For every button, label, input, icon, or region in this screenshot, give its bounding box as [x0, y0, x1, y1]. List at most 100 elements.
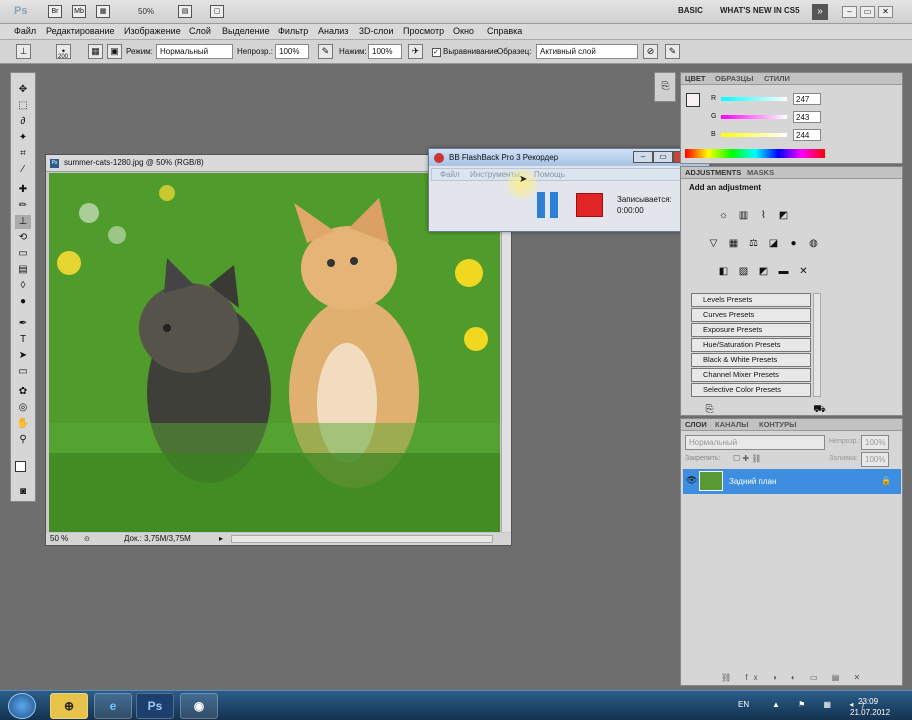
move-tool-icon[interactable]: ✥	[15, 83, 31, 97]
menu-window[interactable]: Окно	[453, 26, 474, 36]
blur-tool-icon[interactable]: ◊	[15, 279, 31, 293]
tab-masks[interactable]: MASKS	[747, 168, 774, 177]
recorder-menu-file[interactable]: Файл	[440, 169, 460, 180]
fill-input[interactable]: 100%	[861, 452, 889, 467]
menu-file[interactable]: Файл	[14, 26, 36, 36]
preset-levels[interactable]: Levels Presets	[691, 293, 811, 307]
opacity-input[interactable]: 100%	[275, 44, 309, 59]
zoom-tool-icon[interactable]: ⚲	[15, 433, 31, 447]
path-select-tool-icon[interactable]: ➤	[15, 349, 31, 363]
doc-zoom-field[interactable]: 50 %	[50, 533, 68, 545]
preset-exposure[interactable]: Exposure Presets	[691, 323, 811, 337]
doc-info-menu-arrow[interactable]: ▸	[219, 533, 223, 545]
taskbar-flashback-icon[interactable]: ◉	[180, 693, 218, 719]
vibrance-icon[interactable]: ▽	[707, 237, 720, 250]
menu-analysis[interactable]: Анализ	[318, 26, 348, 36]
brush-tool-icon[interactable]: ✏	[15, 199, 31, 213]
levels-icon[interactable]: ▥	[737, 209, 750, 222]
menu-3d[interactable]: 3D-слои	[359, 26, 393, 36]
preset-hue-saturation[interactable]: Hue/Saturation Presets	[691, 338, 811, 352]
tab-paths[interactable]: КОНТУРЫ	[759, 420, 796, 429]
b-value[interactable]: 244	[793, 129, 821, 141]
menu-filter[interactable]: Фильтр	[278, 26, 308, 36]
brightness-icon[interactable]: ☼	[717, 209, 730, 222]
pressure-size-icon[interactable]: ✎	[665, 44, 680, 59]
close-button[interactable]: ✕	[878, 6, 893, 18]
clock-time[interactable]: 23:09	[858, 697, 878, 706]
history-panel-icon[interactable]: ⎘	[658, 81, 673, 96]
workspace-basic[interactable]: BASIC	[678, 6, 703, 15]
color-spectrum-ramp[interactable]	[685, 149, 825, 158]
recorder-minimize-button[interactable]: –	[633, 151, 653, 163]
view-extras-button[interactable]: ▦	[96, 5, 110, 18]
selective-color-icon[interactable]: ✕	[797, 265, 810, 278]
g-value[interactable]: 243	[793, 111, 821, 123]
invert-icon[interactable]: ◧	[717, 265, 730, 278]
gradient-map-icon[interactable]: ▬	[777, 265, 790, 278]
tab-layers[interactable]: СЛОИ	[685, 420, 707, 429]
healing-brush-tool-icon[interactable]: ✚	[15, 183, 31, 197]
r-slider[interactable]	[721, 97, 787, 101]
recorder-maximize-button[interactable]: ▭	[653, 151, 673, 163]
ignore-adjustment-icon[interactable]: ⊘	[643, 44, 658, 59]
menu-image[interactable]: Изображение	[124, 26, 181, 36]
crop-tool-icon[interactable]: ⌗	[15, 147, 31, 161]
preset-black-white[interactable]: Black & White Presets	[691, 353, 811, 367]
tab-color[interactable]: ЦВЕТ	[685, 74, 705, 83]
preset-selective-color[interactable]: Selective Color Presets	[691, 383, 811, 397]
r-value[interactable]: 247	[793, 93, 821, 105]
pen-tool-icon[interactable]: ✒	[15, 317, 31, 331]
minibridge-button[interactable]: Mb	[72, 5, 86, 18]
airbrush-icon[interactable]: ✈	[408, 44, 423, 59]
pressure-input[interactable]: 100%	[368, 44, 402, 59]
layer-name[interactable]: Задний план	[729, 477, 776, 486]
more-workspaces-button[interactable]: »	[812, 4, 828, 20]
3d-rotate-tool-icon[interactable]: ✿	[15, 385, 31, 399]
layer-footer-icons[interactable]: ⛓ fx ◑ ◐ ▭ ▤ ✕	[721, 673, 866, 682]
history-brush-tool-icon[interactable]: ⟲	[15, 231, 31, 245]
workspace-whats-new[interactable]: WHAT'S NEW IN CS5	[720, 6, 800, 15]
quick-mask-icon[interactable]: ◙	[15, 485, 31, 499]
taskbar-browser-icon[interactable]: ⊕	[50, 693, 88, 719]
presets-scrollbar[interactable]	[813, 293, 821, 397]
pause-button[interactable]	[537, 192, 559, 218]
zoom-level[interactable]: 50%	[138, 7, 154, 16]
menu-view[interactable]: Просмотр	[403, 26, 444, 36]
photo-filter-icon[interactable]: ●	[787, 237, 800, 250]
b-slider[interactable]	[721, 133, 787, 137]
quick-select-tool-icon[interactable]: ✦	[15, 131, 31, 145]
taskbar-ie-icon[interactable]: e	[94, 693, 132, 719]
start-button[interactable]	[8, 693, 36, 719]
curves-icon[interactable]: ⌇	[757, 209, 770, 222]
channel-mixer-icon[interactable]: ◍	[807, 237, 820, 250]
minimize-button[interactable]: –	[842, 6, 857, 18]
eraser-tool-icon[interactable]: ▭	[15, 247, 31, 261]
foreground-color-swatch[interactable]	[15, 461, 26, 472]
exposure-icon[interactable]: ◩	[777, 209, 790, 222]
tab-styles[interactable]: СТИЛИ	[764, 74, 790, 83]
recorder-menu-help[interactable]: Помощь	[534, 169, 565, 180]
lasso-tool-icon[interactable]: ∂	[15, 115, 31, 129]
shape-tool-icon[interactable]: ▭	[15, 365, 31, 379]
g-slider[interactable]	[721, 115, 787, 119]
clone-stamp-tool-icon[interactable]: ⊥	[16, 44, 31, 59]
language-indicator[interactable]: EN	[738, 700, 749, 709]
toggle-clone-source-icon[interactable]: ▣	[107, 44, 122, 59]
layer-row-background[interactable]: 👁 Задний план 🔒	[683, 469, 901, 494]
toggle-brush-panel-icon[interactable]: ▦	[88, 44, 103, 59]
tab-channels[interactable]: КАНАЛЫ	[715, 420, 749, 429]
black-white-icon[interactable]: ◪	[767, 237, 780, 250]
align-checkbox[interactable]: ✓	[432, 48, 441, 57]
blend-mode-select[interactable]: Нормальный	[685, 435, 825, 450]
dodge-tool-icon[interactable]: ●	[15, 295, 31, 309]
posterize-icon[interactable]: ▨	[737, 265, 750, 278]
bridge-button[interactable]: Br	[48, 5, 62, 18]
color-foreground-swatch[interactable]	[686, 93, 700, 107]
threshold-icon[interactable]: ◩	[757, 265, 770, 278]
marquee-tool-icon[interactable]: ⬚	[15, 99, 31, 113]
stop-button[interactable]	[576, 193, 603, 217]
clock-date[interactable]: 21.07.2012	[850, 708, 890, 717]
menu-layer[interactable]: Слой	[189, 26, 211, 36]
menu-edit[interactable]: Редактирование	[46, 26, 115, 36]
document-horizontal-scrollbar[interactable]	[231, 535, 493, 543]
